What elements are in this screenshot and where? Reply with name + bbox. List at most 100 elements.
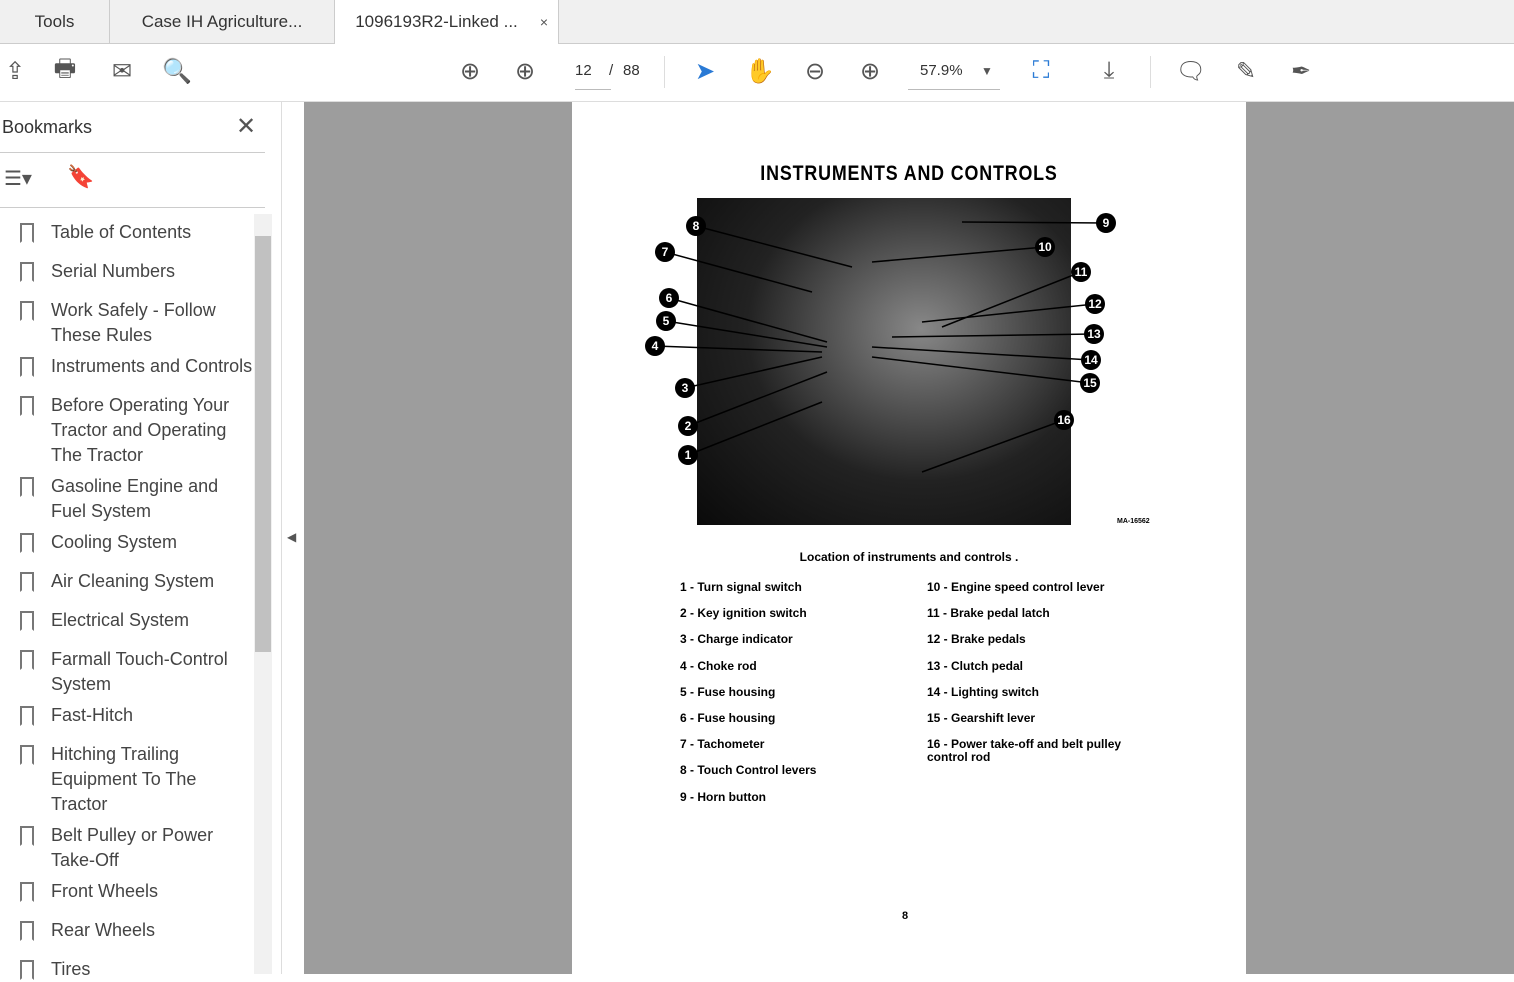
bookmark-item[interactable]: Hitching Trailing Equipment To The Tract… (20, 742, 255, 817)
bookmark-item[interactable]: Work Safely - Follow These Rules (20, 298, 255, 348)
sign-icon[interactable]: ✒ (1286, 56, 1316, 86)
select-cursor-icon[interactable]: ➤ (690, 56, 720, 86)
tab-tools[interactable]: Tools (0, 0, 110, 44)
bookmark-icon (20, 921, 34, 941)
divider (1150, 56, 1151, 88)
scroll-mode-icon[interactable]: ⤓ (1094, 56, 1124, 86)
divider (0, 152, 265, 153)
search-icon[interactable]: 🔍 (162, 56, 192, 86)
bookmark-item[interactable]: Fast-Hitch (20, 703, 255, 728)
bookmark-icon (20, 477, 34, 497)
legend-item: 7 - Tachometer (680, 737, 765, 752)
callout-line (654, 345, 823, 353)
callout-marker: 6 (659, 288, 679, 308)
bookmark-icon (20, 611, 34, 631)
legend-item: 12 - Brake pedals (927, 632, 1026, 647)
page-number-input[interactable]: 12 (575, 62, 611, 90)
bookmark-item[interactable]: Tires (20, 957, 255, 982)
bookmark-icon (20, 572, 34, 592)
callout-line (941, 271, 1082, 328)
callout-marker: 5 (656, 311, 676, 331)
scrollbar-thumb[interactable] (255, 236, 271, 652)
print-icon[interactable]: 🖶 (50, 55, 80, 86)
callout-marker: 1 (678, 445, 698, 465)
callout-line (871, 346, 1092, 361)
callout-marker: 13 (1084, 324, 1104, 344)
bookmark-label: Cooling System (51, 532, 178, 552)
bookmark-icon (20, 826, 34, 846)
bookmark-label: Fast-Hitch (51, 705, 134, 725)
bookmark-item[interactable]: Before Operating Your Tractor and Operat… (20, 393, 255, 468)
callout-marker: 16 (1054, 410, 1074, 430)
new-bookmark-icon[interactable]: 🔖 (67, 164, 94, 190)
callout-marker: 15 (1080, 373, 1100, 393)
chevron-down-icon[interactable]: ▼ (972, 56, 1002, 86)
tab-label: Case IH Agriculture... (141, 12, 303, 31)
email-icon[interactable]: ✉ (107, 56, 137, 86)
bookmark-item[interactable]: Farmall Touch-Control System (20, 647, 255, 697)
bookmark-icon (20, 357, 34, 377)
callout-marker: 8 (686, 216, 706, 236)
bookmark-label: Gasoline Engine and Fuel System (51, 476, 219, 521)
bookmark-label: Work Safely - Follow These Rules (51, 300, 216, 345)
legend-item: 5 - Fuse housing (680, 684, 776, 699)
bookmark-item[interactable]: Air Cleaning System (20, 569, 255, 594)
callout-line (684, 356, 823, 389)
close-tab-icon[interactable]: × (540, 14, 548, 30)
legend-item: 1 - Turn signal switch (680, 580, 802, 594)
previous-page-icon[interactable]: ⊕ (455, 56, 485, 86)
callout-marker: 2 (678, 416, 698, 436)
bookmark-item[interactable]: Front Wheels (20, 879, 255, 904)
callout-line (695, 225, 853, 268)
bookmark-item[interactable]: Cooling System (20, 530, 255, 555)
page-number: 8 (902, 910, 909, 922)
bookmark-icon (20, 745, 34, 765)
upload-cloud-icon[interactable]: ⇪ (0, 56, 30, 86)
bookmark-icon (20, 396, 34, 416)
scrollbar[interactable] (254, 214, 272, 974)
close-panel-icon[interactable]: ✕ (236, 112, 256, 141)
bookmark-item[interactable]: Electrical System (20, 608, 255, 633)
bookmark-icon (20, 223, 34, 243)
legend-item: 15 - Gearshift lever (927, 711, 1036, 725)
callout-line (921, 419, 1065, 473)
tab-bar: Tools Case IH Agriculture... 1096193R2-L… (0, 0, 1514, 45)
bookmark-item[interactable]: Belt Pulley or Power Take-Off (20, 823, 255, 873)
callout-line (668, 297, 828, 343)
divider (664, 56, 665, 88)
hand-tool-icon[interactable]: ✋ (745, 56, 775, 86)
legend-item: 13 - Clutch pedal (927, 658, 1024, 673)
bookmark-label: Tires (51, 959, 91, 979)
bookmark-item[interactable]: Rear Wheels (20, 918, 255, 943)
callout-line (687, 401, 823, 456)
highlight-pen-icon[interactable]: ✎ (1231, 56, 1261, 86)
legend-item: 10 - Engine speed control lever (927, 580, 1105, 594)
zoom-out-icon[interactable]: ⊖ (800, 56, 830, 86)
figure-caption: Location of instruments and controls . (799, 550, 1019, 564)
callout-line (665, 320, 828, 348)
fit-page-icon[interactable]: ⛶ (1026, 56, 1056, 86)
bookmark-icon (20, 960, 34, 980)
bookmark-item[interactable]: Table of Contents (20, 220, 255, 245)
legend-item: 4 - Choke rod (680, 658, 757, 673)
legend-item: 14 - Lighting switch (927, 684, 1040, 699)
next-page-icon[interactable]: ⊕ (510, 56, 540, 86)
bookmark-item[interactable]: Serial Numbers (20, 259, 255, 284)
callout-marker: 10 (1035, 237, 1055, 257)
tab-document[interactable]: 1096193R2-Linked ... × (335, 0, 559, 45)
options-menu-icon[interactable]: ☰▾ (4, 166, 32, 191)
zoom-in-icon[interactable]: ⊕ (855, 56, 885, 86)
callout-line (664, 251, 813, 293)
tab-label: Tools (34, 12, 75, 31)
bookmark-label: Air Cleaning System (51, 571, 215, 591)
callout-marker: 7 (655, 242, 675, 262)
bookmark-item[interactable]: Gasoline Engine and Fuel System (20, 474, 255, 524)
comment-icon[interactable]: 🗨 (1176, 56, 1206, 86)
tab-case-ih[interactable]: Case IH Agriculture... (110, 0, 335, 44)
legend-item: 6 - Fuse housing (680, 711, 776, 725)
collapse-panel-icon[interactable]: ◀ (287, 530, 296, 544)
callout-line (687, 371, 828, 427)
callout-marker: 3 (675, 378, 695, 398)
bookmark-item[interactable]: Instruments and Controls (20, 354, 255, 379)
callout-marker: 11 (1071, 262, 1091, 282)
